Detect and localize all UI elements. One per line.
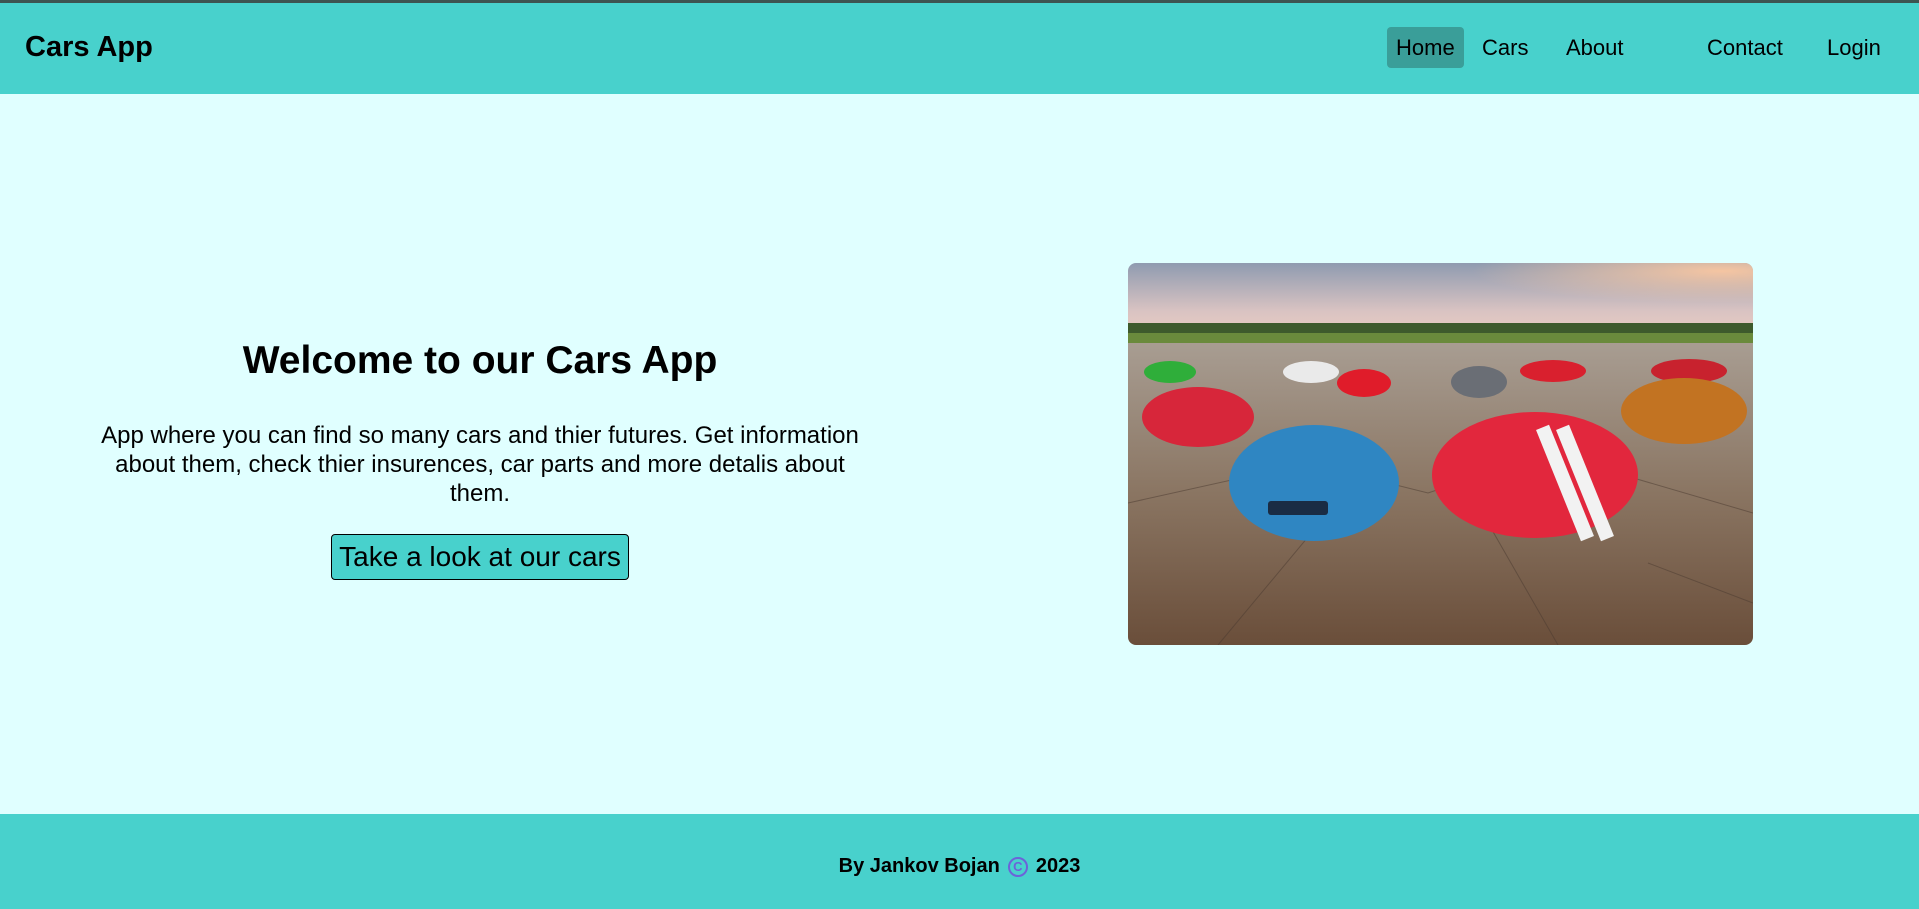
- browse-cars-button[interactable]: Take a look at our cars: [331, 534, 629, 580]
- nav-home[interactable]: Home: [1387, 27, 1464, 68]
- hero-title: Welcome to our Cars App: [242, 339, 718, 382]
- nav-contact[interactable]: Contact: [1698, 27, 1792, 68]
- footer: By Jankov Bojan C 2023: [0, 814, 1919, 909]
- footer-author: By Jankov Bojan: [838, 855, 1000, 877]
- hero-text-block: Welcome to our Cars App App where you ca…: [80, 337, 880, 580]
- hero-description: App where you can find so many cars and …: [101, 422, 859, 507]
- hero-section: Welcome to our Cars App App where you ca…: [0, 94, 1919, 814]
- cars-hero-image: [1128, 263, 1753, 645]
- brand-logo[interactable]: Cars App: [25, 31, 153, 64]
- copyright-icon: C: [1007, 857, 1028, 877]
- nav-about[interactable]: About: [1557, 27, 1633, 68]
- nav-cars[interactable]: Cars: [1473, 27, 1537, 68]
- footer-year: 2023: [1035, 855, 1081, 877]
- navbar: Cars App Home Cars About Contact Login: [0, 3, 1919, 94]
- nav-login[interactable]: Login: [1818, 27, 1890, 68]
- footer-credit: By Jankov Bojan C 2023: [0, 855, 1919, 878]
